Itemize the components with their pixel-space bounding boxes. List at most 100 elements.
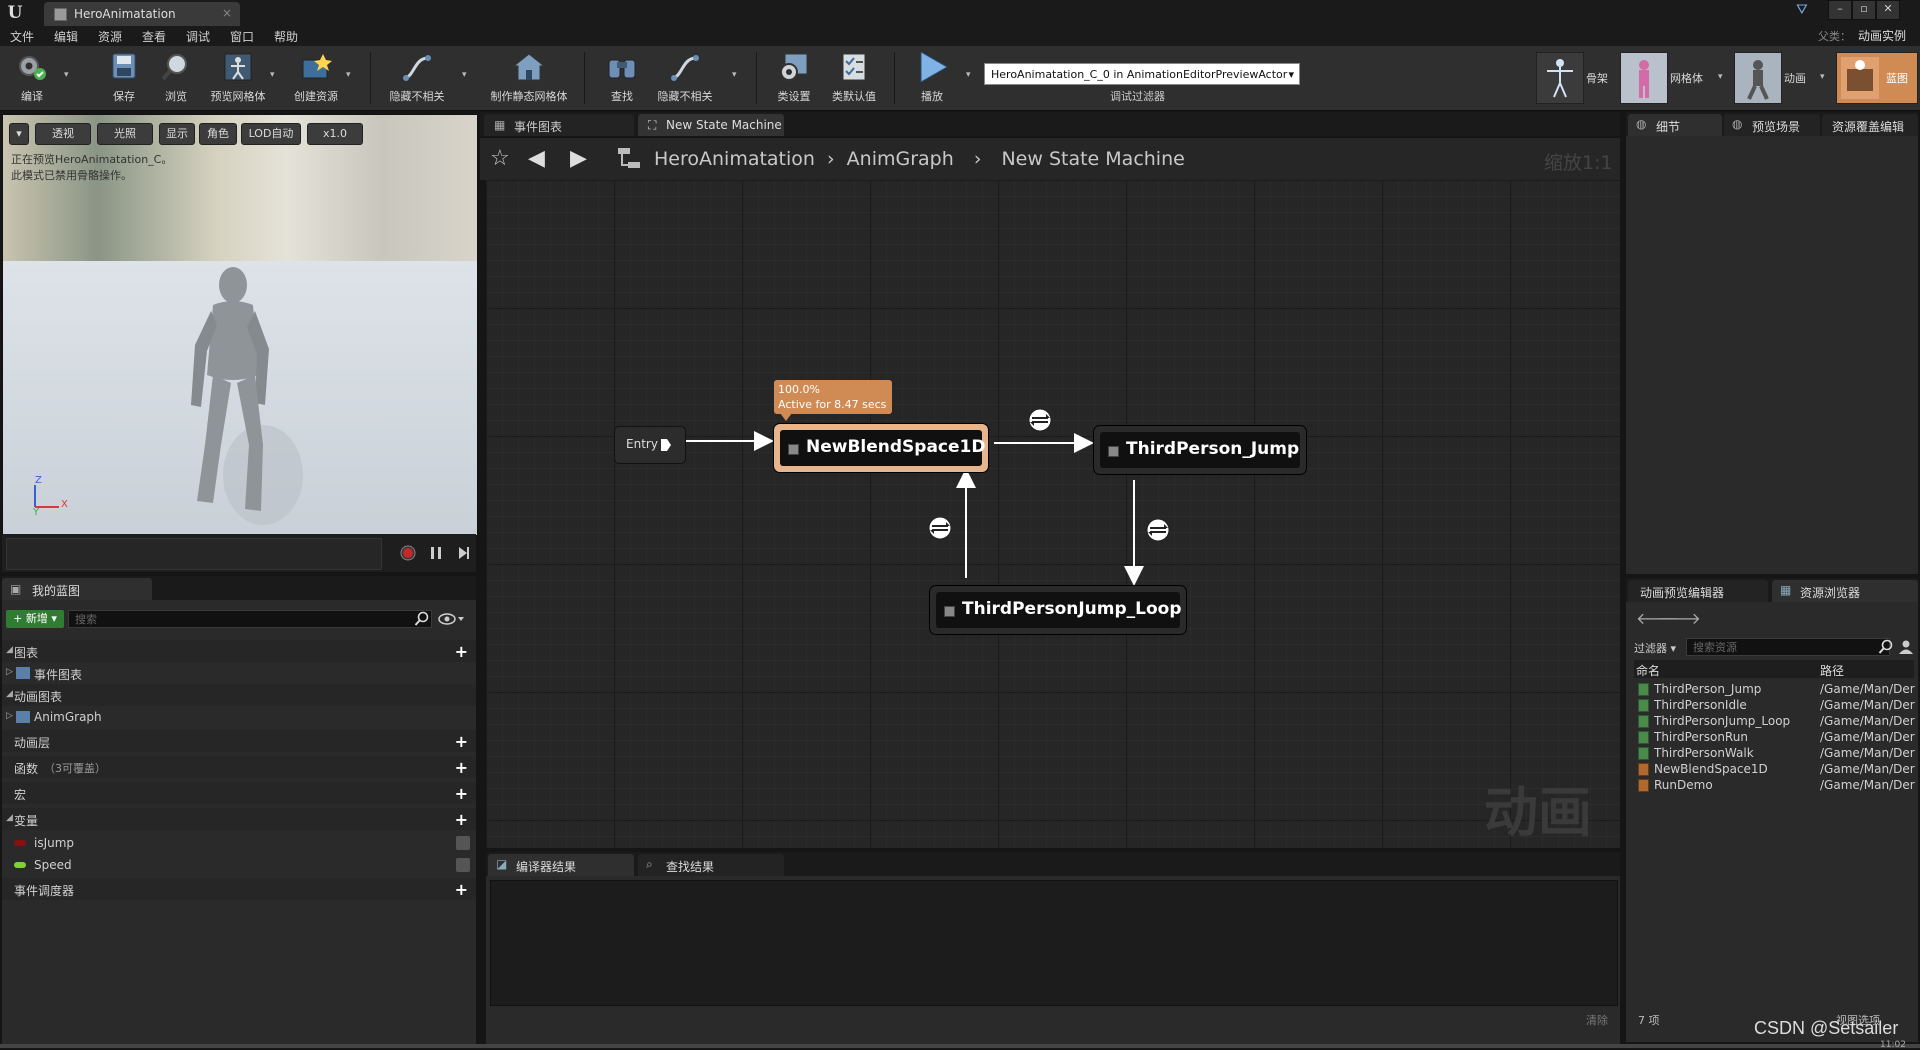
- breadcrumb-anim-graph[interactable]: AnimGraph: [847, 148, 954, 170]
- transition-rule-icon[interactable]: [1028, 408, 1052, 432]
- create-asset-button[interactable]: 创建资源: [284, 50, 348, 106]
- asset-row[interactable]: ThirdPersonIdle/Game/Man/Der: [1636, 697, 1916, 713]
- preview-mesh-dropdown-icon[interactable]: ▾: [270, 70, 275, 80]
- tree-item-anim-graph[interactable]: ▷ AnimGraph: [2, 706, 476, 728]
- tab-event-graph[interactable]: ▦ 事件图表: [484, 114, 634, 136]
- add-new-button[interactable]: + 新增 ▾: [6, 610, 64, 628]
- mode-animation-button[interactable]: [1734, 52, 1782, 104]
- lod-button[interactable]: LOD自动: [241, 123, 301, 145]
- column-path-header[interactable]: 路径: [1820, 662, 1844, 679]
- category-anim-layers[interactable]: 动画层 +: [2, 730, 476, 752]
- tab-asset-browser[interactable]: ▦ 资源浏览器: [1772, 580, 1918, 602]
- transition-rule-icon[interactable]: [928, 516, 952, 540]
- lit-mode-button[interactable]: 光照: [97, 123, 153, 145]
- compile-dropdown-icon[interactable]: ▾: [64, 70, 69, 80]
- tree-item-event-graph[interactable]: ▷ 事件图表: [2, 662, 476, 684]
- play-dropdown-icon[interactable]: ▾: [966, 70, 971, 80]
- tab-details[interactable]: ◍ 细节: [1628, 114, 1722, 136]
- transition-rule-icon[interactable]: [1146, 518, 1170, 542]
- tab-new-state-machine[interactable]: ⛶ New State Machine: [638, 114, 784, 136]
- step-forward-icon[interactable]: [456, 545, 472, 561]
- column-name-header[interactable]: 命名: [1636, 662, 1660, 679]
- viewport-menu-button[interactable]: ▾: [9, 123, 29, 145]
- variable-visibility-icon[interactable]: [456, 858, 470, 872]
- menu-help[interactable]: 帮助: [274, 28, 298, 45]
- asset-row[interactable]: ThirdPersonRun/Game/Man/Der: [1636, 729, 1916, 745]
- tab-compiler-results[interactable]: ◪ 编译器结果: [488, 854, 634, 876]
- filters-dropdown[interactable]: 过滤器 ▾: [1634, 640, 1676, 656]
- menu-window[interactable]: 窗口: [230, 28, 254, 45]
- show-button[interactable]: 显示: [159, 123, 195, 145]
- playback-speed-button[interactable]: x1.0: [307, 123, 363, 145]
- tab-find-results[interactable]: ⌕ 查找结果: [638, 854, 784, 876]
- category-anim-graphs[interactable]: ◢ 动画图表: [2, 684, 476, 706]
- add-variable-icon[interactable]: +: [455, 810, 468, 829]
- breadcrumb-root[interactable]: HeroAnimatation: [654, 148, 815, 170]
- asset-search-input[interactable]: 搜索资源: [1686, 638, 1890, 656]
- variable-speed[interactable]: Speed: [2, 854, 476, 876]
- compile-button[interactable]: 编译: [0, 50, 64, 106]
- maximize-button[interactable]: ▫: [1852, 0, 1876, 20]
- mode-mesh-button[interactable]: [1620, 52, 1668, 104]
- class-defaults-button[interactable]: 类默认值: [822, 50, 886, 106]
- category-variables[interactable]: ◢ 变量 +: [2, 808, 476, 830]
- close-window-button[interactable]: ✕: [1876, 0, 1900, 20]
- bookmark-star-icon[interactable]: ☆: [490, 146, 510, 171]
- search-icon[interactable]: [414, 611, 430, 627]
- mode-mesh-dropdown-icon[interactable]: ▾: [1718, 72, 1723, 82]
- parent-class-link[interactable]: 动画实例: [1858, 27, 1906, 44]
- tab-preview-scene[interactable]: ◍ 预览场景: [1724, 114, 1820, 136]
- menu-debug[interactable]: 调试: [186, 28, 210, 45]
- mode-animation-dropdown-icon[interactable]: ▾: [1820, 72, 1825, 82]
- close-tab-icon[interactable]: ×: [222, 6, 232, 20]
- record-icon[interactable]: [400, 545, 416, 561]
- asset-row[interactable]: ThirdPersonJump_Loop/Game/Man/Der: [1636, 713, 1916, 729]
- asset-row[interactable]: RunDemo/Game/Man/Der: [1636, 777, 1916, 793]
- preview-viewport[interactable]: ▾ 透视 光照 显示 角色 LOD自动 x1.0 正在预览HeroAnimata…: [2, 114, 478, 536]
- add-anim-layer-icon[interactable]: +: [455, 732, 468, 751]
- play-button[interactable]: 播放: [900, 50, 964, 106]
- add-event-dispatcher-icon[interactable]: +: [455, 880, 468, 899]
- timeline-scrubber[interactable]: [6, 538, 382, 570]
- find-button[interactable]: 查找: [590, 50, 654, 106]
- menu-view[interactable]: 查看: [142, 28, 166, 45]
- character-button[interactable]: 角色: [199, 123, 237, 145]
- user-filter-icon[interactable]: [1898, 639, 1914, 655]
- category-macros[interactable]: 宏 +: [2, 782, 476, 804]
- menu-edit[interactable]: 编辑: [54, 28, 78, 45]
- hide-unrelated-dropdown-icon-2[interactable]: ▾: [732, 70, 737, 80]
- tab-anim-preview-editor[interactable]: 动画预览编辑器: [1628, 580, 1768, 602]
- preview-mesh-button[interactable]: 预览网格体: [202, 50, 274, 106]
- search-icon[interactable]: [1878, 639, 1894, 655]
- make-static-mesh-button[interactable]: 制作静态网格体: [484, 50, 574, 106]
- minimize-button[interactable]: –: [1828, 0, 1852, 20]
- browse-button[interactable]: 浏览: [144, 50, 208, 106]
- asset-row[interactable]: ThirdPerson_Jump/Game/Man/Der: [1636, 681, 1916, 697]
- menu-asset[interactable]: 资源: [98, 28, 122, 45]
- category-functions[interactable]: 函数 （3可覆盖） +: [2, 756, 476, 778]
- mode-skeleton-button[interactable]: [1536, 52, 1584, 104]
- pause-icon[interactable]: [428, 545, 444, 561]
- hide-unrelated-button-2[interactable]: 隐藏不相关: [652, 50, 718, 106]
- source-control-icon[interactable]: ⛛: [1796, 2, 1808, 18]
- asset-row[interactable]: ThirdPersonWalk/Game/Man/Der: [1636, 745, 1916, 761]
- create-asset-dropdown-icon[interactable]: ▾: [346, 70, 351, 80]
- perspective-button[interactable]: 透视: [35, 123, 91, 145]
- clear-button[interactable]: 清除: [1586, 1012, 1608, 1028]
- menu-file[interactable]: 文件: [10, 28, 34, 45]
- state-node-blend-space[interactable]: NewBlendSpace1D: [774, 424, 988, 472]
- unreal-logo-icon[interactable]: U: [4, 2, 26, 24]
- view-options-eye-icon[interactable]: [438, 612, 466, 626]
- hide-unrelated-dropdown-icon[interactable]: ▾: [462, 70, 467, 80]
- asset-forward-icon[interactable]: 🡒: [1658, 608, 1701, 628]
- category-event-dispatchers[interactable]: 事件调度器 +: [2, 878, 476, 900]
- asset-row[interactable]: NewBlendSpace1D/Game/Man/Der: [1636, 761, 1916, 777]
- tab-asset-override[interactable]: 资源覆盖编辑: [1822, 114, 1918, 136]
- variable-visibility-icon[interactable]: [456, 836, 470, 850]
- my-blueprint-search-input[interactable]: 搜索: [68, 610, 432, 628]
- class-settings-button[interactable]: 类设置: [762, 50, 826, 106]
- variable-isjump[interactable]: isJump: [2, 832, 476, 854]
- state-node-jump[interactable]: ThirdPerson_Jump: [1094, 426, 1306, 474]
- document-tab[interactable]: HeroAnimatation ×: [44, 2, 240, 26]
- debug-filter-select[interactable]: HeroAnimatation_C_0 in AnimationEditorPr…: [984, 63, 1300, 85]
